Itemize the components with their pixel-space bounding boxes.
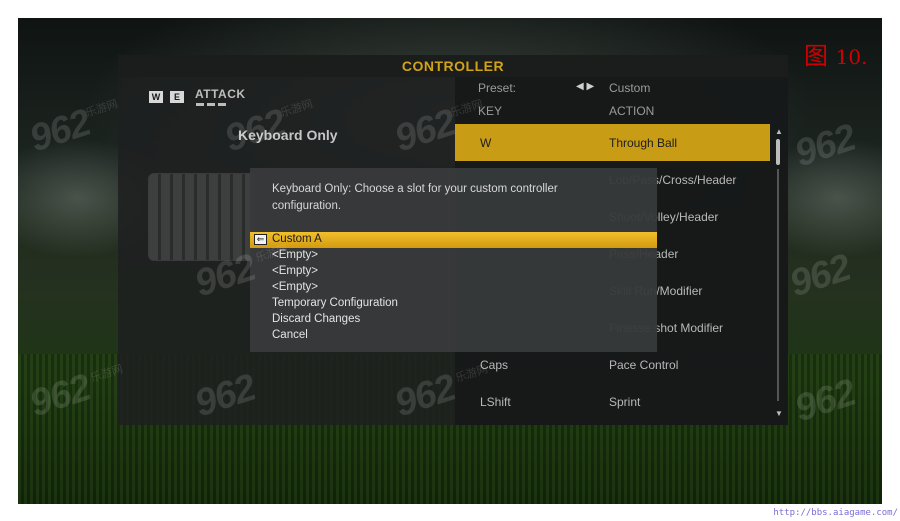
scroll-track[interactable] bbox=[777, 169, 779, 401]
page-title: CONTROLLER bbox=[118, 55, 788, 77]
option-cancel[interactable]: Cancel bbox=[250, 328, 657, 344]
preset-label: Preset: bbox=[478, 81, 517, 95]
option-label: Cancel bbox=[272, 329, 308, 341]
row-key: W bbox=[480, 136, 492, 150]
section-title: ATTACK bbox=[195, 87, 246, 101]
preset-value[interactable]: Custom bbox=[609, 81, 650, 95]
row-key: LShift bbox=[480, 395, 511, 409]
table-row[interactable]: LShift Sprint bbox=[455, 383, 770, 420]
table-row[interactable]: W Through Ball bbox=[455, 124, 770, 161]
scroll-down-icon[interactable]: ▼ bbox=[775, 409, 783, 418]
scroll-thumb[interactable] bbox=[776, 139, 780, 165]
section-progress-dashes bbox=[196, 103, 226, 106]
save-slot-dialog: Keyboard Only: Choose a slot for your cu… bbox=[250, 168, 657, 352]
option-empty-slot[interactable]: <Empty> bbox=[250, 280, 657, 296]
preset-arrows-icon[interactable]: ◀ ▶ bbox=[576, 81, 594, 92]
option-label: Discard Changes bbox=[272, 313, 361, 325]
row-action: Pace Control bbox=[609, 358, 679, 372]
enter-key-icon: ⇐ bbox=[254, 234, 267, 245]
scroll-up-icon[interactable]: ▲ bbox=[775, 127, 783, 136]
option-discard-changes[interactable]: Discard Changes bbox=[250, 312, 657, 328]
dialog-prompt: Keyboard Only: Choose a slot for your cu… bbox=[272, 183, 558, 212]
option-label: <Empty> bbox=[272, 281, 319, 293]
option-label: <Empty> bbox=[272, 265, 319, 277]
row-action: Sprint bbox=[609, 395, 641, 409]
option-label: Temporary Configuration bbox=[272, 297, 398, 309]
option-empty-slot[interactable]: <Empty> bbox=[250, 248, 657, 264]
scrollbar[interactable]: ▲ ▼ bbox=[775, 127, 783, 418]
key-badge-w: W bbox=[149, 91, 163, 103]
key-badge-e: E bbox=[170, 91, 184, 103]
source-url: http://bbs.aiagame.com/ bbox=[773, 508, 898, 518]
column-header-action: ACTION bbox=[609, 104, 655, 118]
option-custom-a[interactable]: ⇐ Custom A bbox=[250, 232, 657, 248]
option-temporary-configuration[interactable]: Temporary Configuration bbox=[250, 296, 657, 312]
figure-label: 图 10. bbox=[804, 42, 868, 70]
option-empty-slot[interactable]: <Empty> bbox=[250, 264, 657, 280]
slot-options: ⇐ Custom A <Empty> <Empty> <Empty> Tempo… bbox=[250, 232, 657, 344]
row-action: Through Ball bbox=[609, 136, 678, 150]
